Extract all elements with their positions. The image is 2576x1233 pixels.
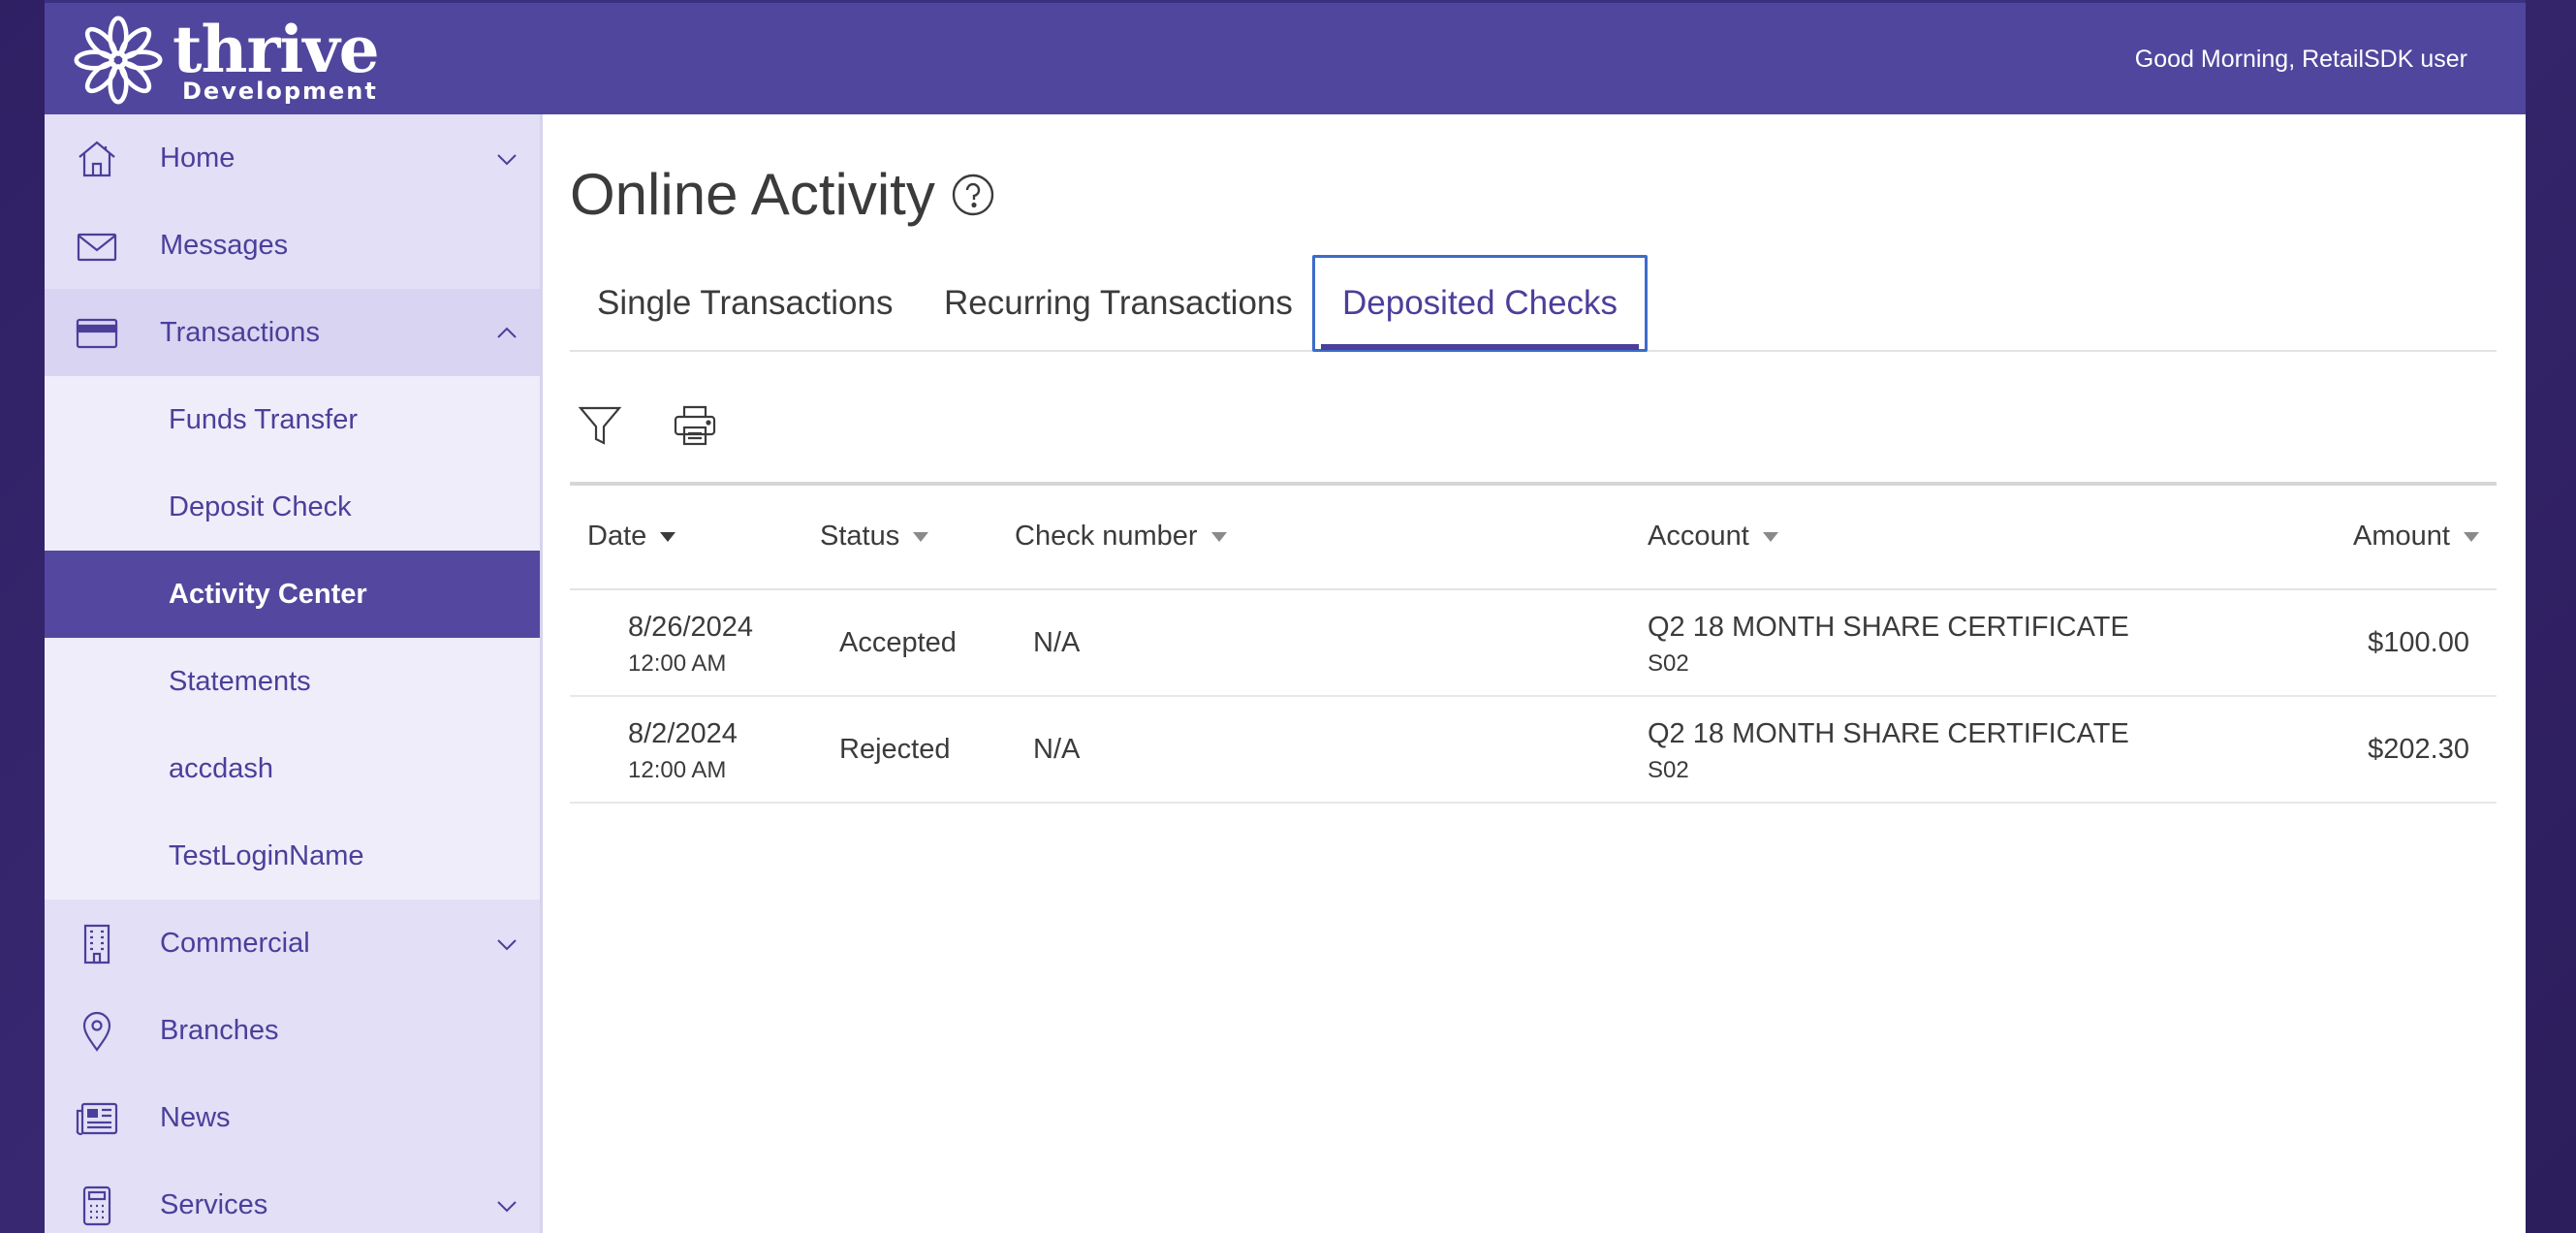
tab-recurring-transactions[interactable]: Recurring Transactions <box>917 255 1320 352</box>
row-time: 12:00 AM <box>628 650 727 677</box>
sidebar-item-label: Home <box>160 142 236 174</box>
envelope-icon <box>77 233 117 262</box>
page-title-text: Online Activity <box>570 162 935 227</box>
sidebar-item-messages[interactable]: Messages <box>45 202 540 289</box>
main-content: Online Activity Single Transactions Recu… <box>543 114 2526 1233</box>
print-button[interactable] <box>665 395 725 456</box>
sidebar-item-label: Messages <box>160 229 289 261</box>
column-label: Check number <box>1015 521 1198 552</box>
sort-desc-icon <box>660 531 676 542</box>
row-account: Q2 18 MONTH SHARE CERTIFICATE <box>1648 718 2129 749</box>
greeting-text: Good Morning, RetailSDK user <box>2134 46 2467 73</box>
activity-tabs: Single Transactions Recurring Transactio… <box>570 255 2497 352</box>
home-icon <box>79 141 115 177</box>
printer-icon <box>674 405 716 446</box>
chevron-down-icon <box>497 939 517 951</box>
row-date: 8/26/2024 <box>628 612 754 643</box>
filter-icon <box>578 406 622 445</box>
column-header-date[interactable]: Date <box>587 521 676 553</box>
table-row[interactable]: 8/26/2024 12:00 AM Accepted N/A Q2 18 MO… <box>570 590 2497 697</box>
column-header-account[interactable]: Account <box>1648 521 1778 553</box>
tab-deposited-checks[interactable]: Deposited Checks <box>1312 255 1649 352</box>
row-status: Rejected <box>839 734 951 765</box>
sidebar-item-transactions[interactable]: Transactions <box>45 289 540 376</box>
sidebar-nav: Home Messages Transactions Funds Transfe… <box>45 114 543 1233</box>
sidebar-item-label: News <box>160 1101 231 1133</box>
flower-logo-icon <box>74 16 163 105</box>
transactions-submenu: Funds Transfer Deposit Check Activity Ce… <box>45 376 540 900</box>
card-icon <box>76 318 118 349</box>
chevron-down-icon <box>497 1201 517 1213</box>
calculator-icon <box>82 1186 111 1226</box>
row-time: 12:00 AM <box>628 757 727 783</box>
sidebar-item-label: Commercial <box>160 927 310 959</box>
location-pin-icon <box>82 1011 111 1052</box>
sidebar-item-branches[interactable]: Branches <box>45 987 540 1074</box>
page-title: Online Activity <box>570 161 995 228</box>
sort-icon <box>1210 531 1227 542</box>
tab-single-transactions[interactable]: Single Transactions <box>570 255 920 352</box>
sidebar-item-home[interactable]: Home <box>45 114 540 202</box>
filter-button[interactable] <box>570 395 630 456</box>
sidebar-item-news[interactable]: News <box>45 1074 540 1161</box>
sort-icon <box>913 531 929 542</box>
sort-icon <box>1762 531 1778 542</box>
top-header: thrive Development Good Morning, RetailS… <box>45 0 2526 114</box>
column-header-check-number[interactable]: Check number <box>1015 521 1227 553</box>
column-label: Status <box>820 521 900 552</box>
sidebar-item-label: Branches <box>160 1014 279 1046</box>
row-account: Q2 18 MONTH SHARE CERTIFICATE <box>1648 612 2129 643</box>
column-label: Account <box>1648 521 1749 552</box>
row-amount: $202.30 <box>2368 734 2469 765</box>
row-date: 8/2/2024 <box>628 718 738 749</box>
logo-word: thrive <box>173 12 380 87</box>
row-check-number: N/A <box>1033 734 1081 765</box>
row-check-number: N/A <box>1033 627 1081 658</box>
app-window: thrive Development Good Morning, RetailS… <box>45 0 2526 1233</box>
logo-subtitle: Development <box>182 78 378 105</box>
sidebar-item-funds-transfer[interactable]: Funds Transfer <box>45 376 540 463</box>
building-icon <box>83 924 110 964</box>
sidebar-item-services[interactable]: Services <box>45 1161 540 1233</box>
deposited-checks-table: Date Status Check number Account Amount <box>570 482 2497 804</box>
chevron-up-icon <box>497 327 517 338</box>
chevron-down-icon <box>497 154 517 166</box>
sidebar-item-activity-center[interactable]: Activity Center <box>45 551 540 638</box>
column-label: Date <box>587 521 647 552</box>
sidebar-item-deposit-check[interactable]: Deposit Check <box>45 463 540 551</box>
column-header-status[interactable]: Status <box>820 521 929 553</box>
sidebar-item-statements[interactable]: Statements <box>45 638 540 725</box>
table-toolbar <box>570 395 764 463</box>
sidebar-item-testloginname[interactable]: TestLoginName <box>45 812 540 900</box>
sidebar-item-label: Services <box>160 1188 268 1220</box>
row-account-sub: S02 <box>1648 757 1689 783</box>
newspaper-icon <box>76 1102 118 1135</box>
row-status: Accepted <box>839 627 957 658</box>
column-label: Amount <box>2353 521 2450 552</box>
sidebar-item-accdash[interactable]: accdash <box>45 725 540 812</box>
row-account-sub: S02 <box>1648 650 1689 677</box>
help-icon[interactable] <box>951 173 995 217</box>
thrive-logo[interactable]: thrive Development <box>74 12 380 106</box>
table-row[interactable]: 8/2/2024 12:00 AM Rejected N/A Q2 18 MON… <box>570 697 2497 804</box>
row-amount: $100.00 <box>2368 627 2469 658</box>
sidebar-item-commercial[interactable]: Commercial <box>45 900 540 987</box>
column-header-amount[interactable]: Amount <box>2353 521 2479 553</box>
sort-icon <box>2464 531 2479 542</box>
table-header: Date Status Check number Account Amount <box>570 486 2497 590</box>
sidebar-item-label: Transactions <box>160 316 320 348</box>
